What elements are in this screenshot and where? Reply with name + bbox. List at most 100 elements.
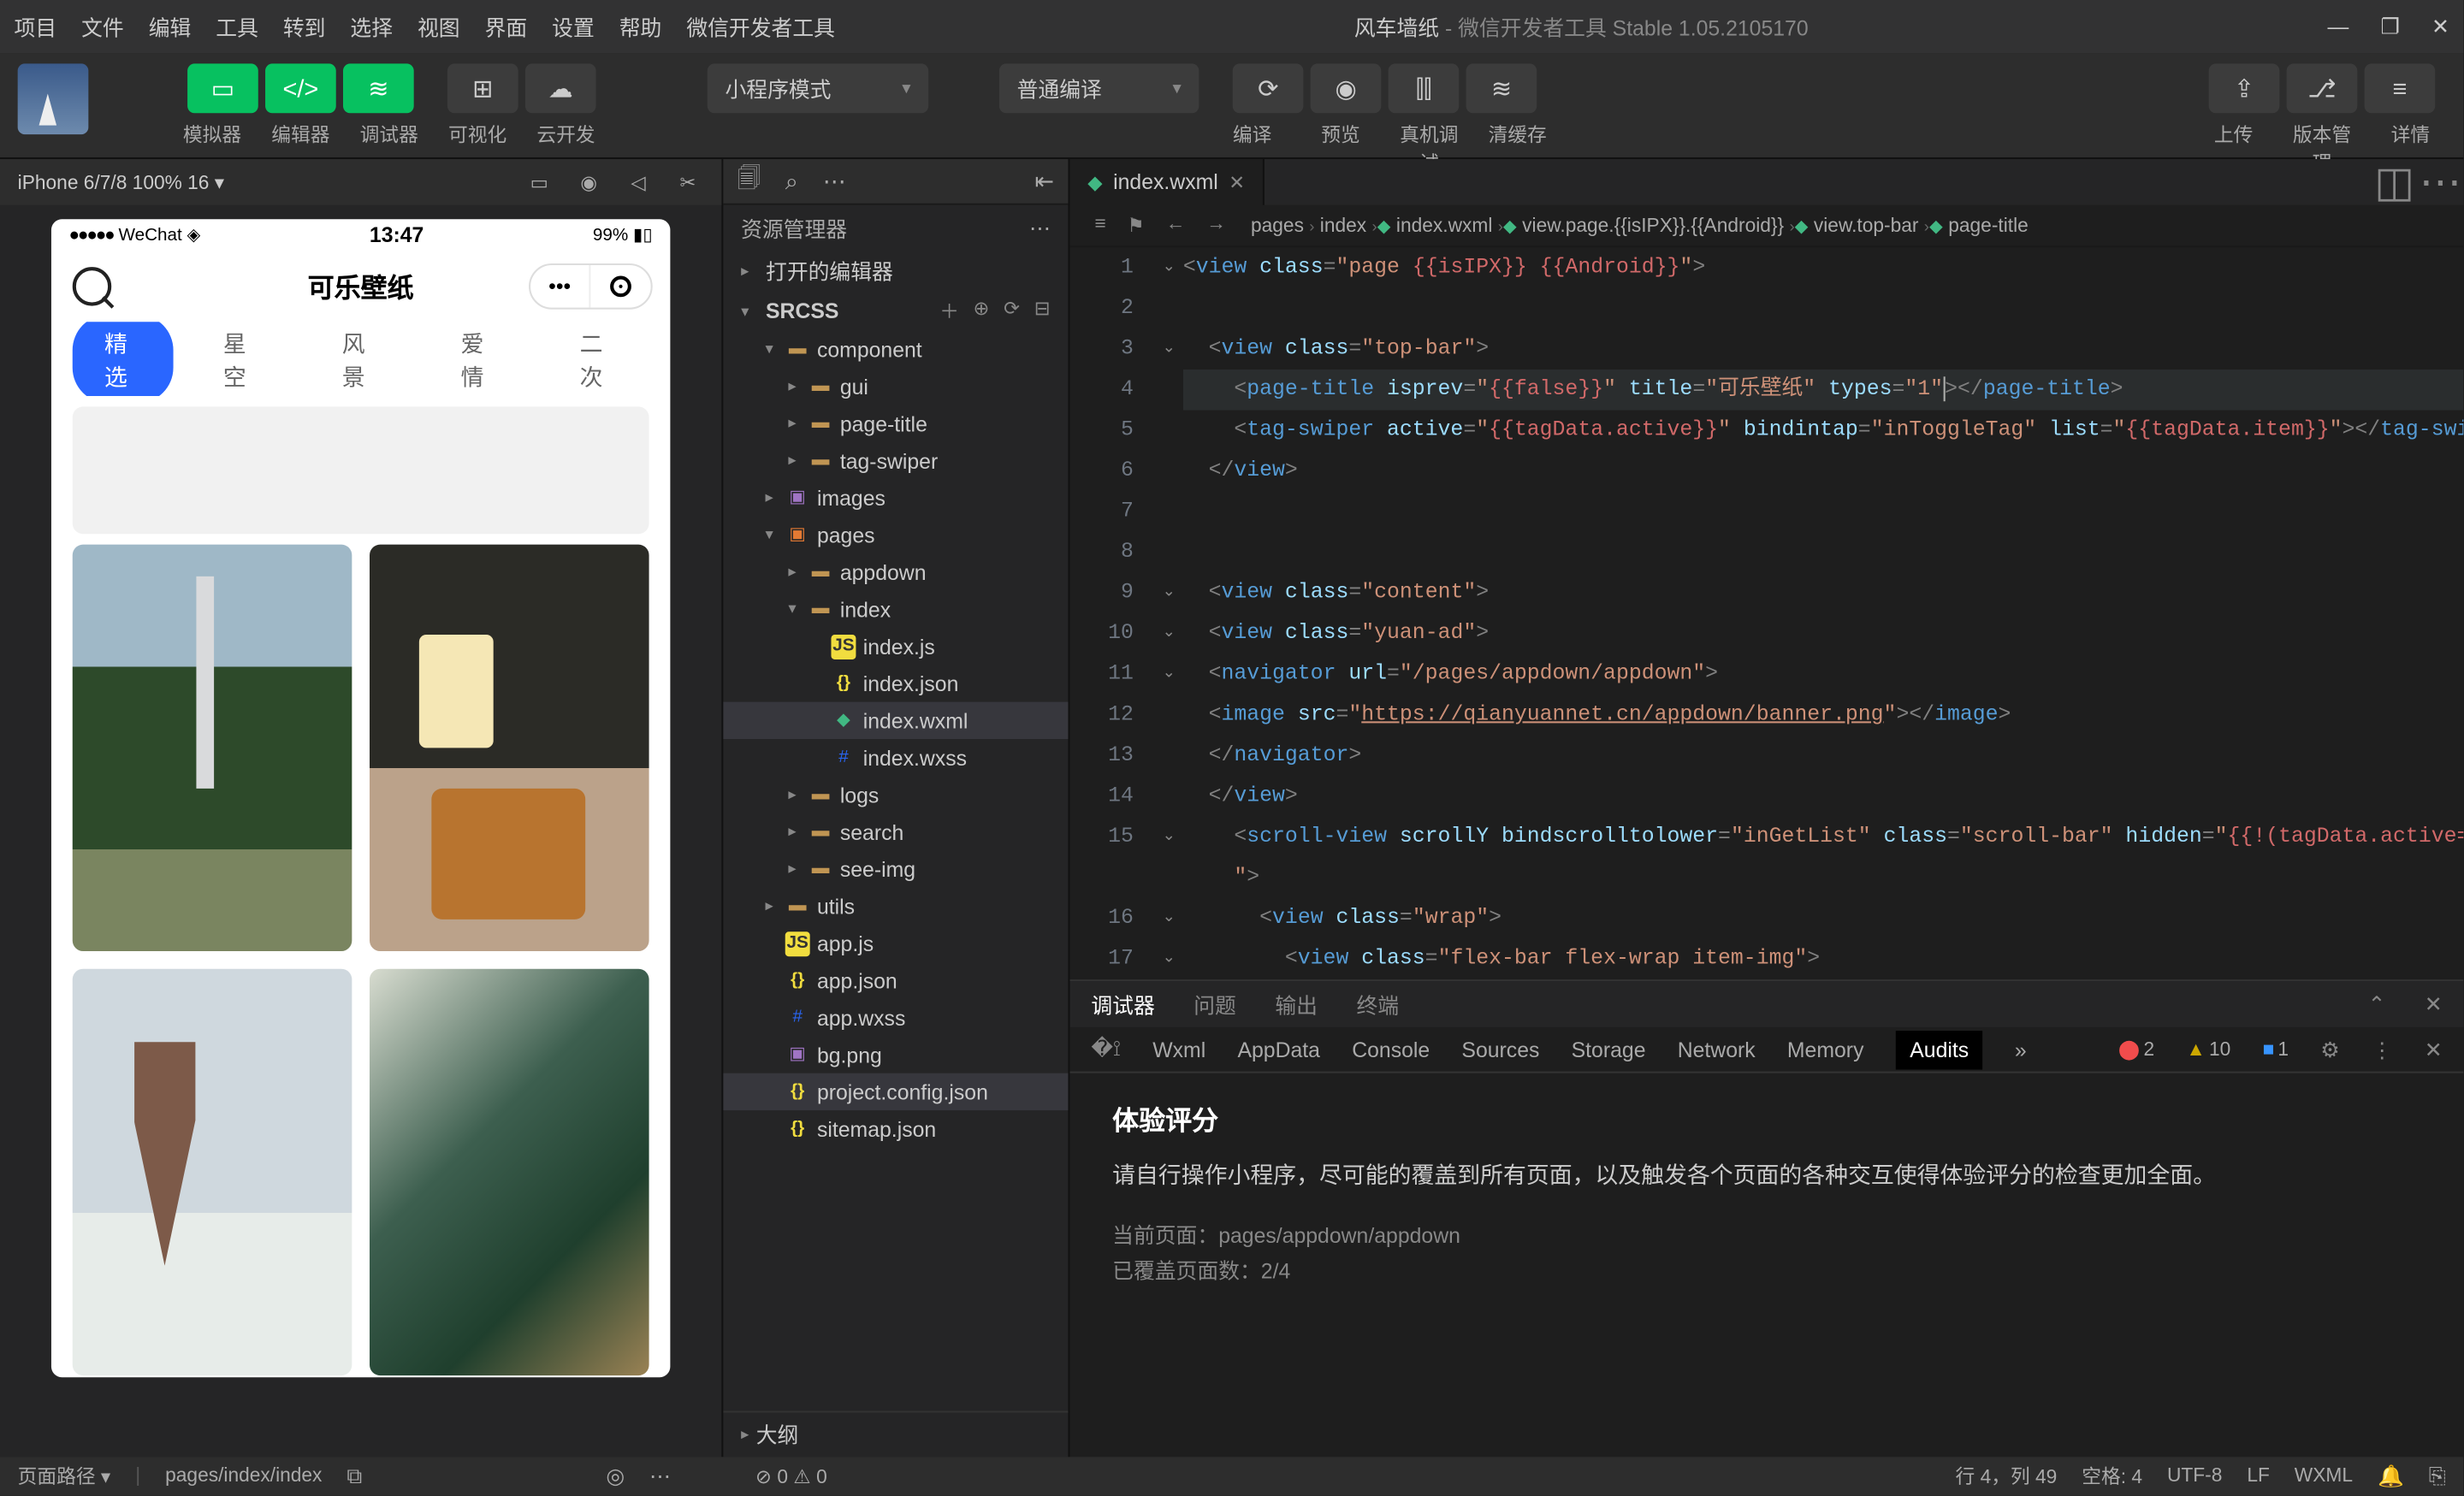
upload-button[interactable]: ⇪	[2209, 63, 2280, 113]
tree-file[interactable]: {}project.config.json	[723, 1073, 1068, 1110]
tree-folder[interactable]: ▸▬tag-swiper	[723, 442, 1068, 479]
capsule-close-icon[interactable]	[590, 265, 650, 308]
menu-item[interactable]: 转到	[283, 11, 326, 41]
devtools-tab[interactable]: Network	[1678, 1037, 1756, 1061]
search-panel-icon[interactable]: ⌕	[785, 167, 798, 195]
tree-folder[interactable]: ▸▬appdown	[723, 553, 1068, 590]
new-file-icon[interactable]: ＋	[939, 297, 959, 325]
page-path-label[interactable]: 页面路径 ▾	[18, 1462, 111, 1490]
compile-button[interactable]: ⟳	[1233, 63, 1304, 113]
menu-item[interactable]: 项目	[15, 11, 57, 41]
wallpaper-item[interactable]	[73, 545, 352, 951]
menu-item[interactable]: 文件	[81, 11, 124, 41]
cursor-pos[interactable]: 行 4，列 49	[1956, 1462, 2058, 1490]
tree-folder[interactable]: ▸▬page-title	[723, 405, 1068, 441]
compile-select[interactable]: 普通编译▾	[999, 63, 1199, 113]
menu-item[interactable]: 微信开发者工具	[686, 11, 835, 41]
kebab-icon[interactable]: ⋮	[2372, 1037, 2393, 1061]
forward-icon[interactable]: →	[1206, 214, 1226, 237]
device-select[interactable]: iPhone 6/7/8 100% 16 ▾	[18, 170, 225, 193]
outline-section[interactable]: ▸大纲	[723, 1410, 1068, 1457]
simulator-toggle[interactable]: ▭	[187, 63, 258, 113]
clear-cache-button[interactable]: ≋	[1466, 63, 1537, 113]
eol[interactable]: LF	[2247, 1466, 2270, 1487]
mode-select[interactable]: 小程序模式▾	[708, 63, 928, 113]
tree-file[interactable]: JSapp.js	[723, 925, 1068, 961]
feedback-icon[interactable]: ⎘	[2429, 1463, 2446, 1489]
tree-file[interactable]: {}sitemap.json	[723, 1110, 1068, 1147]
panel-tab[interactable]: 调试器	[1091, 989, 1154, 1019]
tree-folder[interactable]: ▾▬component	[723, 331, 1068, 368]
devtools-tab[interactable]: Storage	[1572, 1037, 1646, 1061]
remote-debug-button[interactable]: ⫿⫿	[1389, 63, 1460, 113]
editor-more-icon[interactable]: ⋯	[2418, 159, 2464, 205]
devtools-badge[interactable]: ■ 1	[2263, 1038, 2289, 1060]
banner-ad[interactable]	[73, 406, 649, 534]
avatar[interactable]	[18, 63, 89, 134]
problems[interactable]: ⊘ 0 ⚠ 0	[755, 1465, 827, 1488]
device-icon[interactable]: ▭	[524, 170, 555, 193]
devtools-tab[interactable]: Sources	[1461, 1037, 1539, 1061]
menu-item[interactable]: 工具	[216, 11, 258, 41]
back-icon[interactable]: ←	[1166, 214, 1186, 237]
page-path[interactable]: pages/index/index	[165, 1466, 322, 1487]
new-folder-icon[interactable]: ⊕	[974, 297, 990, 325]
wallpaper-item[interactable]	[370, 969, 649, 1375]
devtools-more[interactable]: »	[2015, 1037, 2027, 1061]
preview-button[interactable]: ◉	[1311, 63, 1382, 113]
close-icon[interactable]: ✕	[2431, 15, 2449, 39]
tree-file[interactable]: JSindex.js	[723, 628, 1068, 665]
inspect-icon[interactable]: �⟟	[1091, 1036, 1121, 1062]
tree-folder[interactable]: ▸▣images	[723, 479, 1068, 516]
devtools-tab[interactable]: Wxml	[1152, 1037, 1205, 1061]
minimize-icon[interactable]: —	[2328, 15, 2349, 39]
list-icon[interactable]: ≡	[1094, 214, 1105, 237]
tree-folder[interactable]: ▸▬see-img	[723, 850, 1068, 887]
eye-icon[interactable]: ◎	[606, 1463, 625, 1488]
version-button[interactable]: ⎇	[2287, 63, 2358, 113]
split-editor-icon[interactable]: ◫	[2372, 159, 2418, 205]
tree-folder[interactable]: ▸▬logs	[723, 776, 1068, 813]
debugger-toggle[interactable]: ≋	[343, 63, 414, 113]
project-root[interactable]: ▾SRCSS ＋ ⊕ ⟳ ⊟	[723, 292, 1068, 330]
wallpaper-item[interactable]	[370, 545, 649, 951]
code-editor[interactable]: 1234567891011121314151617 ⌄⌄⌄⌄⌄⌄⌄⌄ <view…	[1070, 247, 2464, 979]
files-icon[interactable]: 🗐	[737, 162, 761, 200]
cloud-button[interactable]: ☁	[525, 63, 596, 113]
category-tab[interactable]: 二次	[548, 322, 649, 396]
devtools-badge[interactable]: ▲ 10	[2186, 1038, 2230, 1060]
category-tab[interactable]: 星空	[192, 322, 293, 396]
search-icon[interactable]	[73, 267, 111, 305]
refresh-icon[interactable]: ⟳	[1004, 297, 1020, 325]
panel-tab[interactable]: 终端	[1356, 989, 1399, 1019]
tree-folder[interactable]: ▸▬utils	[723, 888, 1068, 925]
bookmark-icon[interactable]: ⚑	[1128, 214, 1145, 237]
menu-item[interactable]: 帮助	[619, 11, 662, 41]
menu-item[interactable]: 编辑	[149, 11, 192, 41]
bell-icon[interactable]: 🔔	[2378, 1463, 2404, 1488]
encoding[interactable]: UTF-8	[2167, 1466, 2222, 1487]
wallpaper-item[interactable]	[73, 969, 352, 1375]
record-icon[interactable]: ◉	[573, 170, 605, 193]
devtools-tab[interactable]: Audits	[1896, 1030, 1983, 1068]
panel-close-icon[interactable]: ✕	[2425, 992, 2443, 1017]
menu-item[interactable]: 设置	[552, 11, 595, 41]
tree-file[interactable]: #app.wxss	[723, 999, 1068, 1036]
editor-toggle[interactable]: </>	[265, 63, 336, 113]
panel-tab[interactable]: 问题	[1194, 989, 1236, 1019]
category-tab[interactable]: 爱情	[429, 322, 530, 396]
indent[interactable]: 空格: 4	[2082, 1462, 2142, 1490]
gear-icon[interactable]: ⚙	[2320, 1037, 2339, 1061]
collapse-sidebar-icon[interactable]: ⇤	[1034, 167, 1054, 195]
devtools-tab[interactable]: AppData	[1237, 1037, 1320, 1061]
tree-folder[interactable]: ▾▬index	[723, 590, 1068, 627]
tree-file[interactable]: #index.wxss	[723, 739, 1068, 776]
category-tab[interactable]: 精选	[73, 322, 174, 396]
devtools-badge[interactable]: ⬤ 2	[2118, 1038, 2154, 1061]
tree-file[interactable]: ◆index.wxml	[723, 702, 1068, 739]
tree-folder[interactable]: ▸▬search	[723, 813, 1068, 850]
collapse-all-icon[interactable]: ⊟	[1034, 297, 1051, 325]
visual-button[interactable]: ⊞	[447, 63, 518, 113]
category-tab[interactable]: 风景	[311, 322, 412, 396]
tree-folder[interactable]: ▾▣pages	[723, 517, 1068, 553]
